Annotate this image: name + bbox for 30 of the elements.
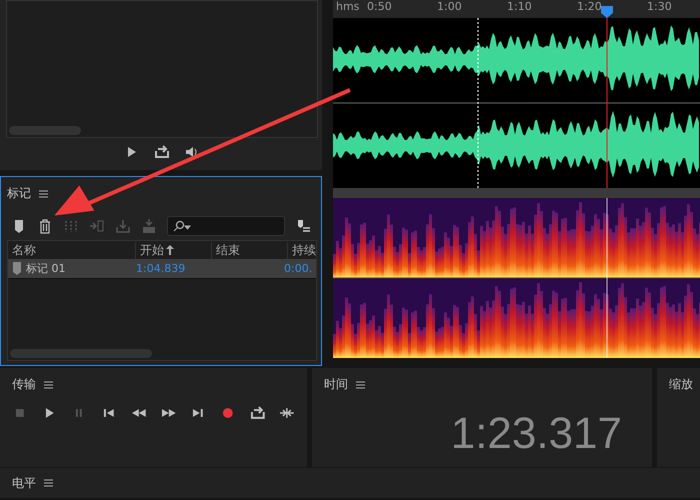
menu-icon[interactable] [356,380,365,388]
ruler-label: 1:20 [577,0,602,13]
ruler-label: 1:00 [437,0,462,13]
menu-icon[interactable] [44,380,53,388]
ruler-label: 1:30 [647,0,672,13]
trash-icon[interactable] [37,218,53,234]
loop-icon[interactable] [250,405,266,421]
list-options-icon[interactable] [295,218,311,234]
marker-duration: 0:00. [283,262,314,275]
skip-icon[interactable] [279,405,296,421]
time-ruler[interactable]: hms 0:50 1:00 1:10 1:20 1:30 [333,0,700,18]
marker-row[interactable]: 标记 01 1:04.839 0:00. [8,259,316,279]
marker-start: 1:04.839 [135,262,186,275]
search-icon [172,220,192,232]
marker-name: 标记 01 [26,261,66,276]
ruler-label: 1:10 [507,0,532,13]
panel-title: 时间 [324,376,348,393]
ruler-unit: hms [336,0,360,13]
ruler-label: 0:50 [367,0,392,13]
time-display: 1:23.317 [450,409,622,459]
panel-title: 缩放 [669,376,693,393]
marker-icon [12,262,22,275]
panel-title: 传输 [12,376,36,393]
loop-icon[interactable] [154,144,170,160]
search-field[interactable] [167,216,285,236]
panel-title: 标记 [7,185,31,202]
panel-title: 电平 [12,474,36,492]
sort-arrow-icon [166,245,174,255]
menu-icon[interactable] [39,190,48,198]
menu-icon[interactable] [44,479,53,487]
